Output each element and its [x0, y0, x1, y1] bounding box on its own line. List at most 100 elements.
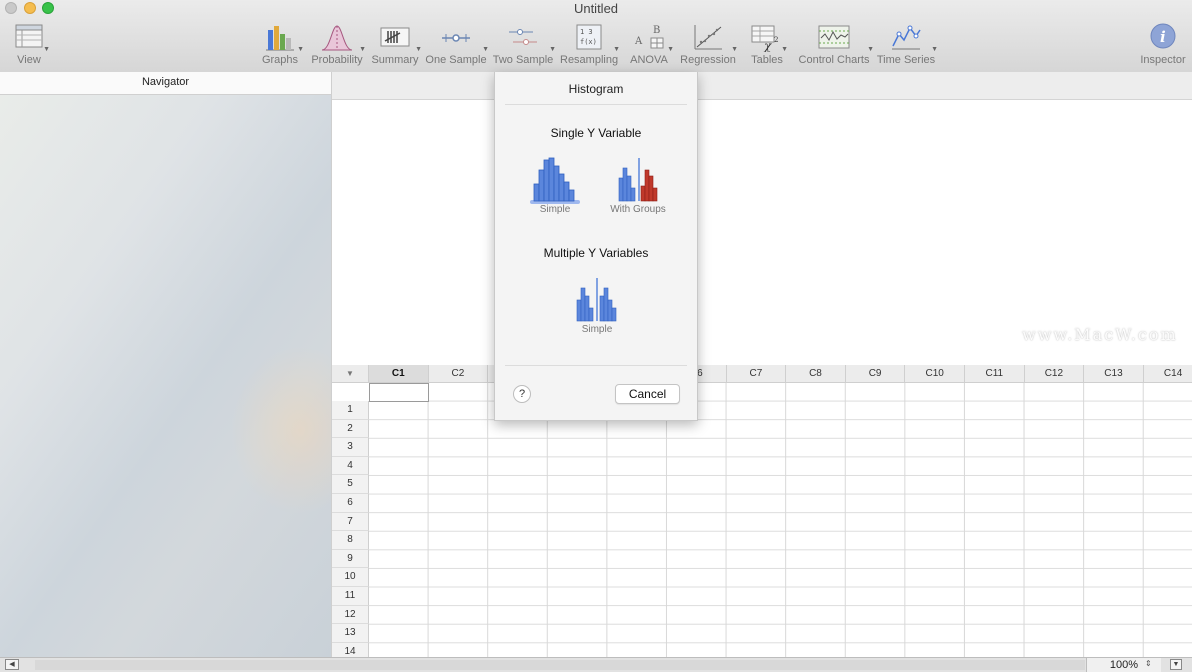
- resampling-label: Resampling: [560, 54, 619, 66]
- chevron-down-icon: ▼: [359, 46, 366, 53]
- chevron-down-icon: ▼: [297, 46, 304, 53]
- option-caption: With Groups: [610, 204, 666, 215]
- chevron-down-icon: ▼: [613, 46, 620, 53]
- time-series-label: Time Series: [876, 54, 936, 66]
- scroll-left-button[interactable]: ◀: [5, 659, 19, 670]
- probability-label: Probability: [311, 54, 363, 66]
- histogram-multiple-icon: [576, 278, 617, 322]
- column-header[interactable]: C11: [965, 365, 1025, 383]
- row-header[interactable]: 14: [332, 642, 369, 657]
- column-header[interactable]: C1: [369, 365, 429, 383]
- single-y-heading: Single Y Variable: [550, 126, 642, 140]
- summary-label: Summary: [371, 54, 419, 66]
- inspector-button[interactable]: i Inspector: [1138, 22, 1188, 68]
- multiple-simple-option[interactable]: Simple: [567, 276, 627, 335]
- popover-divider: [505, 365, 687, 366]
- chevron-down-icon: ▼: [731, 46, 738, 53]
- chevron-down-icon: ▼: [43, 46, 50, 53]
- cancel-button[interactable]: Cancel: [615, 384, 680, 404]
- inspector-label: Inspector: [1140, 54, 1186, 66]
- status-bar: ◀ 100% ⇕ ▼: [0, 657, 1192, 672]
- svg-text:f(x): f(x): [580, 38, 597, 46]
- view-label: View: [17, 54, 41, 66]
- tables-label: Tables: [751, 54, 783, 66]
- scroll-right-button[interactable]: ▼: [1170, 659, 1182, 670]
- row-header[interactable]: 10: [332, 568, 369, 587]
- row-header[interactable]: 11: [332, 587, 369, 606]
- chevron-down-icon: ▼: [415, 46, 422, 53]
- regression-label: Regression: [680, 54, 736, 66]
- column-header[interactable]: C9: [845, 365, 906, 383]
- summary-button[interactable]: ▼ Summary: [370, 22, 422, 68]
- column-header[interactable]: C7: [726, 365, 787, 383]
- chevron-down-icon: ▼: [867, 46, 874, 53]
- svg-text:1 3: 1 3: [580, 28, 593, 36]
- select-all-corner[interactable]: ▼: [332, 365, 369, 383]
- row-header[interactable]: 5: [332, 475, 369, 494]
- control-charts-label: Control Charts: [798, 54, 870, 66]
- chevron-down-icon: ▼: [667, 46, 674, 53]
- horizontal-scrollbar[interactable]: [35, 660, 1085, 670]
- bell-curve-icon: [321, 25, 353, 51]
- info-icon: i: [1150, 23, 1176, 49]
- regression-button[interactable]: ▼ Regression: [680, 22, 738, 68]
- worksheet[interactable]: ▼ C1C2C3C4C5C6C7C8C9C10C11C12C13C14 1234…: [332, 365, 1192, 657]
- histogram-groups-icon: [618, 158, 658, 202]
- two-sample-button[interactable]: ▼ Two Sample: [492, 22, 556, 68]
- view-icon: [15, 24, 43, 48]
- svg-text:χ: χ: [763, 39, 772, 52]
- active-cell[interactable]: [369, 383, 429, 402]
- watermark: www.MacW.com: [1022, 325, 1178, 344]
- regression-icon: [694, 25, 722, 50]
- svg-text:B: B: [653, 25, 660, 36]
- column-header[interactable]: C8: [786, 365, 846, 383]
- window-title: Untitled: [573, 1, 619, 16]
- navigator-panel[interactable]: [0, 95, 332, 657]
- column-header[interactable]: C2: [428, 365, 489, 383]
- row-header[interactable]: 7: [332, 512, 369, 532]
- help-button[interactable]: ?: [513, 385, 531, 403]
- anova-button[interactable]: B A ▼ ANOVA: [626, 22, 674, 68]
- view-button[interactable]: ▼ View: [10, 22, 50, 68]
- anova-label: ANOVA: [630, 54, 668, 66]
- row-header[interactable]: 2: [332, 419, 369, 439]
- row-header[interactable]: 9: [332, 549, 369, 569]
- single-with-groups-option[interactable]: With Groups: [603, 156, 673, 215]
- control-charts-button[interactable]: ▼ Control Charts: [796, 22, 874, 68]
- tables-button[interactable]: χ 2 ▼ Tables: [748, 22, 788, 68]
- resampling-button[interactable]: 1 3 f(x) ▼ Resampling: [560, 22, 620, 68]
- chevron-down-icon: ▼: [482, 46, 489, 53]
- row-header[interactable]: 12: [332, 605, 369, 625]
- one-sample-icon: [442, 34, 470, 42]
- chi-square-table-icon: χ 2: [751, 25, 778, 52]
- option-caption: Simple: [539, 204, 571, 215]
- popover-title: Histogram: [568, 82, 624, 96]
- one-sample-button[interactable]: ▼ One Sample: [425, 22, 489, 68]
- control-chart-icon: [818, 25, 850, 49]
- probability-button[interactable]: ▼ Probability: [310, 22, 366, 68]
- worksheet-grid[interactable]: [369, 383, 1192, 657]
- svg-text:2: 2: [774, 36, 778, 44]
- graphs-button[interactable]: ▼ Graphs: [258, 22, 304, 68]
- option-caption: Simple: [581, 324, 613, 335]
- tally-icon: [380, 27, 410, 47]
- row-header[interactable]: 4: [332, 456, 369, 476]
- document-tab-bar: [332, 72, 1192, 100]
- row-header[interactable]: 3: [332, 438, 369, 457]
- column-header[interactable]: C12: [1024, 365, 1085, 383]
- column-header[interactable]: C14: [1143, 365, 1192, 383]
- time-series-icon: [892, 25, 921, 50]
- time-series-button[interactable]: ▼ Time Series: [876, 22, 938, 68]
- single-simple-option[interactable]: Simple: [525, 156, 585, 215]
- row-header[interactable]: 13: [332, 624, 369, 643]
- navigator-background-glow: [230, 345, 331, 515]
- resampling-icon: 1 3 f(x): [576, 24, 602, 50]
- row-header[interactable]: 1: [332, 401, 369, 420]
- column-header[interactable]: C13: [1084, 365, 1144, 383]
- column-header[interactable]: C10: [905, 365, 965, 383]
- zoom-stepper-icon[interactable]: ⇕: [1145, 659, 1152, 668]
- svg-text:i: i: [1160, 28, 1166, 46]
- anova-icon: B A: [634, 25, 664, 49]
- row-header[interactable]: 8: [332, 531, 369, 550]
- row-header[interactable]: 6: [332, 494, 369, 513]
